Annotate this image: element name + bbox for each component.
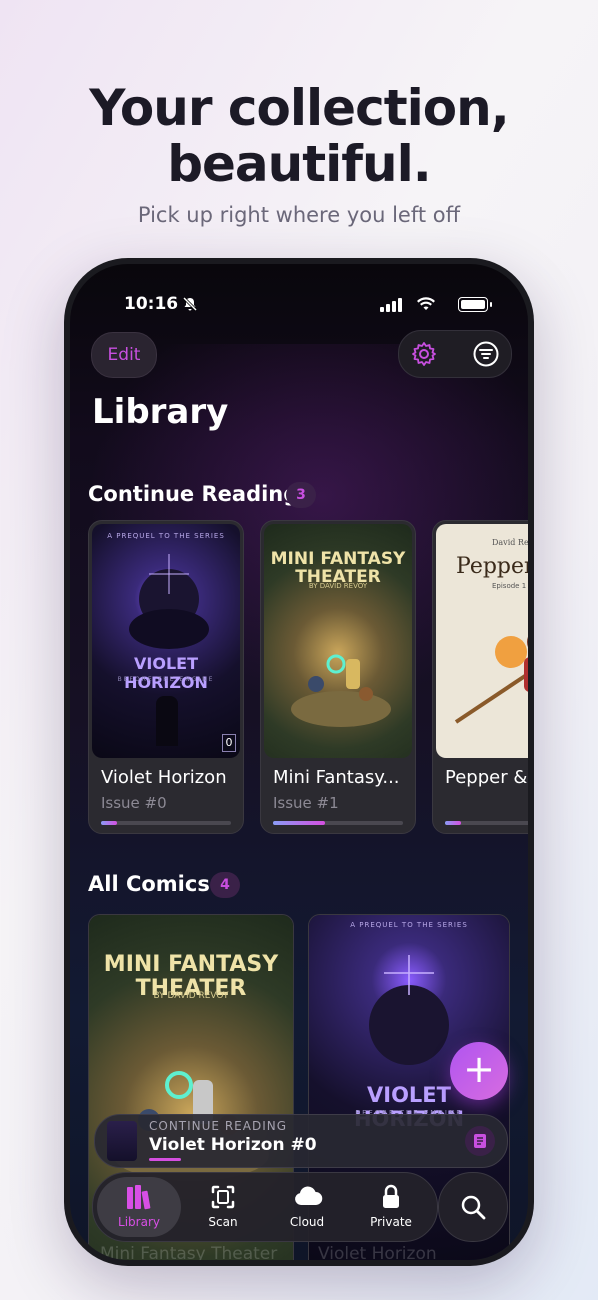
tab-cloud[interactable]: Cloud — [265, 1177, 349, 1237]
continue-card-violet-horizon[interactable]: A PREQUEL TO THE SERIES VIOLET HORIZON B… — [88, 520, 244, 834]
search-button[interactable] — [438, 1172, 508, 1242]
comic-title: Violet Horizon — [101, 767, 227, 788]
all-comics-title: All Comics — [88, 872, 210, 896]
cover-subtitle: BEFORE THE ENGINE — [117, 676, 215, 683]
cover-subtitle: Episode 1 of 5 — [492, 582, 528, 590]
app-screen: 10:16 Edit Library Continue Reading 3 A … — [70, 264, 528, 1260]
comic-title: Mini Fantasy... — [273, 767, 400, 788]
continue-reading-title: Continue Reading — [88, 482, 299, 506]
phone-frame: 10:16 Edit Library Continue Reading 3 A … — [64, 258, 534, 1266]
cover-subtitle: BY DAVID REVOY — [153, 991, 229, 1001]
comic-issue: Issue #0 — [101, 794, 167, 812]
cover-tagline: A PREQUEL TO THE SERIES — [107, 532, 225, 540]
reading-progress-fill — [273, 821, 325, 825]
reading-progress — [445, 821, 528, 825]
edit-button[interactable]: Edit — [91, 332, 157, 378]
hero-title-line2: beautiful. — [167, 135, 432, 193]
comic-title: Violet Horizon — [318, 1244, 437, 1260]
tab-private[interactable]: Private — [349, 1177, 433, 1237]
tab-scan[interactable]: Scan — [181, 1177, 265, 1237]
comic-cover: David Revoy Pepper & C Episode 1 of 5 — [436, 524, 528, 758]
add-comic-button[interactable]: + — [450, 1042, 508, 1100]
cover-figure — [156, 696, 178, 746]
book-icon — [474, 1134, 486, 1148]
hero-subtitle: Pick up right where you left off — [137, 203, 461, 227]
tab-label: Cloud — [289, 1215, 325, 1229]
mini-player-title: Violet Horizon #0 — [149, 1135, 317, 1155]
tab-library[interactable]: Library — [97, 1177, 181, 1237]
mini-player-progress — [149, 1158, 181, 1161]
cover-artwork — [129, 554, 209, 649]
status-bar: 10:16 — [124, 294, 492, 318]
page-title: Library — [92, 392, 229, 432]
cover-issue-number: 0 — [222, 734, 236, 752]
reading-progress-fill — [445, 821, 461, 825]
scan-icon — [211, 1185, 235, 1209]
status-time: 10:16 — [124, 294, 179, 314]
reading-progress — [273, 821, 403, 825]
bell-slash-icon — [182, 296, 198, 312]
header-actions — [398, 330, 512, 378]
cover-subtitle: BY DAVID REVOY — [308, 582, 368, 590]
reading-progress — [101, 821, 231, 825]
cover-artwork — [454, 636, 528, 724]
cloud-icon — [295, 1186, 323, 1205]
lock-icon — [383, 1184, 399, 1208]
mini-cover-thumbnail — [107, 1121, 137, 1161]
comic-title: Pepper & C — [445, 767, 528, 788]
cover-title: VIOLET HORIZON — [124, 654, 208, 692]
continue-reading-bar[interactable]: CONTINUE READING Violet Horizon #0 — [94, 1114, 508, 1168]
comic-cover: MINI FANTASY THEATER BY DAVID REVOY — [264, 524, 412, 758]
tab-label: Scan — [208, 1215, 238, 1229]
reading-progress-fill — [101, 821, 117, 825]
all-comics-count: 4 — [210, 872, 240, 898]
books-icon — [127, 1185, 151, 1210]
cover-artwork — [291, 654, 391, 727]
open-reader-button[interactable] — [465, 1126, 495, 1156]
tab-label: Private — [370, 1215, 412, 1229]
cover-title: Pepper & C — [456, 554, 528, 579]
continue-card-pepper[interactable]: David Revoy Pepper & C Episode 1 of 5 Pe… — [432, 520, 528, 834]
tab-bar: Library Scan Cloud Private — [92, 1172, 438, 1242]
cover-tagline: A PREQUEL TO THE SERIES — [350, 921, 468, 929]
hero-title: Your collection, beautiful. — [0, 80, 598, 192]
comic-cover: A PREQUEL TO THE SERIES VIOLET HORIZON B… — [92, 524, 240, 758]
hero-title-line1: Your collection, — [89, 79, 509, 137]
continue-reading-count: 3 — [286, 482, 316, 508]
cover-author: David Revoy — [492, 538, 528, 547]
mini-player-label: CONTINUE READING — [149, 1119, 288, 1133]
gear-icon[interactable] — [411, 341, 437, 367]
search-icon — [461, 1195, 486, 1220]
continue-card-mini-fantasy[interactable]: MINI FANTASY THEATER BY DAVID REVOY Mini… — [260, 520, 416, 834]
wifi-icon — [417, 297, 435, 310]
tab-label: Library — [118, 1215, 160, 1229]
battery-icon — [458, 297, 492, 312]
comic-title: Mini Fantasy Theater — [100, 1244, 278, 1260]
filter-icon[interactable] — [473, 341, 499, 367]
signal-icon — [380, 298, 402, 312]
cover-title: MINI FANTASY THEATER — [270, 549, 406, 587]
comic-issue: Issue #1 — [273, 794, 339, 812]
